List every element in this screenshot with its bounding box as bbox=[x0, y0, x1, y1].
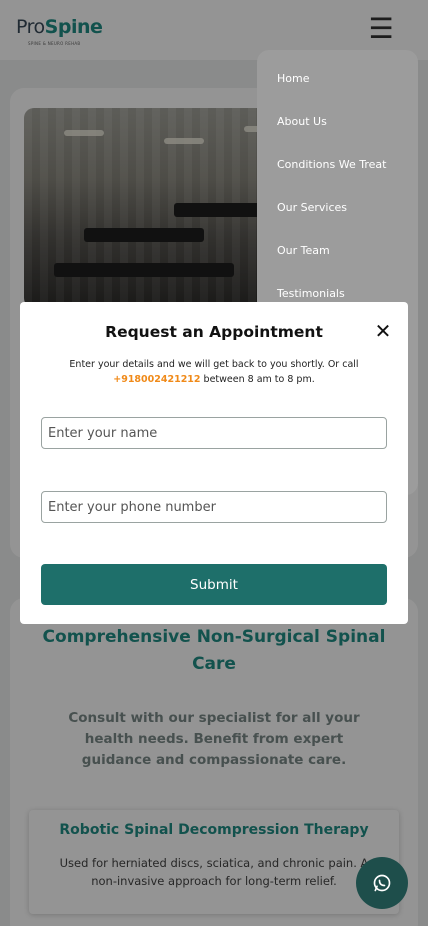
nav-item-team[interactable]: Our Team bbox=[277, 244, 330, 257]
whatsapp-icon bbox=[373, 874, 391, 892]
nav-item-about-us[interactable]: About Us bbox=[277, 115, 327, 128]
modal-description: Enter your details and we will get back … bbox=[69, 359, 359, 385]
submit-button[interactable]: Submit bbox=[41, 564, 387, 605]
name-input[interactable] bbox=[41, 417, 387, 449]
nav-item-conditions[interactable]: Conditions We Treat bbox=[277, 158, 386, 171]
nav-item-home[interactable]: Home bbox=[277, 72, 309, 85]
phone-link[interactable]: +918002421212 bbox=[113, 374, 200, 385]
close-icon[interactable]: ✕ bbox=[372, 320, 394, 342]
nav-item-testimonials[interactable]: Testimonials bbox=[277, 287, 345, 300]
modal-title: Request an Appointment bbox=[105, 323, 323, 341]
appointment-modal: Request an Appointment ✕ Enter your deta… bbox=[20, 302, 408, 624]
whatsapp-chat-button[interactable] bbox=[356, 857, 408, 909]
phone-input[interactable] bbox=[41, 491, 387, 523]
nav-item-services[interactable]: Our Services bbox=[277, 201, 347, 214]
